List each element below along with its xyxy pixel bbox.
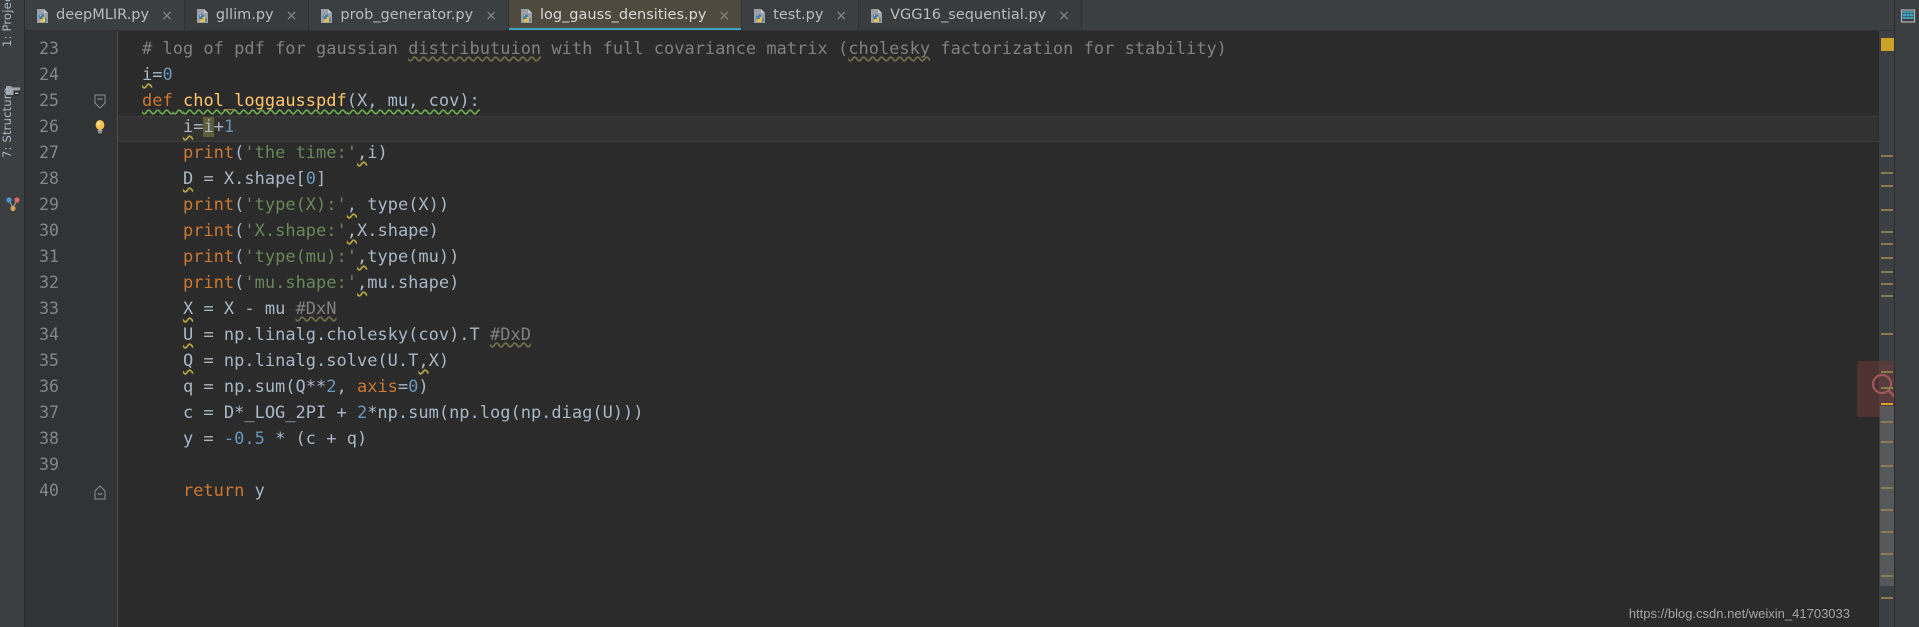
sidebar-tab-structure-label: 7: Structure — [0, 87, 14, 158]
sidebar-tab-data-view[interactable]: Data View — [1895, 32, 1919, 46]
editor-tab-test[interactable]: test.py × — [742, 0, 860, 31]
vertical-scrollbar-thumb[interactable] — [1880, 406, 1894, 586]
line-number: 36 — [39, 377, 59, 396]
editor-tab-label: test.py — [773, 7, 824, 24]
watermark: https://blog.csdn.net/weixin_41703033 — [1628, 606, 1850, 621]
line-number: 40 — [39, 481, 59, 500]
code-line-37: c = D*_LOG_2PI + 2*np.sum(np.log(np.diag… — [142, 403, 644, 423]
line-number: 28 — [39, 169, 59, 188]
line-number-gutter[interactable]: 23 24 25 26 27 28 29 30 31 32 33 34 35 3… — [25, 31, 118, 627]
code-line-25: def chol_loggausspdf(X, mu, cov): — [142, 91, 480, 111]
right-tool-rail: Data View — [1894, 0, 1919, 627]
code-line-24: i=0 — [142, 65, 173, 85]
line-number: 32 — [39, 273, 59, 292]
editor-area: deepMLIR.py × gllim.py × prob_generator.… — [25, 0, 1894, 627]
ide-window: 1: Project 7: Structure deepMLIR.py × gl… — [0, 0, 1919, 627]
code-line-30: print('X.shape:',X.shape) — [182, 221, 439, 241]
sidebar-tab-project[interactable]: 1: Project — [0, 0, 25, 47]
editor-tab-log-gauss-densities[interactable]: log_gauss_densities.py × — [508, 0, 743, 31]
line-number: 38 — [39, 429, 59, 448]
left-tool-rail: 1: Project 7: Structure — [0, 0, 25, 627]
line-number: 37 — [39, 403, 59, 422]
python-file-icon — [319, 8, 334, 24]
line-number: 33 — [39, 299, 59, 318]
fold-end-icon[interactable] — [91, 483, 109, 501]
code-line-31: print('type(mu):',type(mu)) — [182, 247, 460, 267]
line-number: 26 — [39, 117, 59, 136]
close-icon[interactable]: × — [716, 9, 732, 23]
structure-icon — [5, 196, 21, 212]
line-number: 24 — [39, 65, 59, 84]
editor-tab-deepmlir[interactable]: deepMLIR.py × — [25, 0, 185, 31]
code-line-27: print('the time:',i) — [182, 143, 388, 163]
code-line-38: y = -0.5 * (c + q) — [142, 429, 368, 449]
python-file-icon — [195, 8, 210, 24]
python-file-icon — [869, 8, 884, 24]
code-line-35: Q = np.linalg.solve(U.T,X) — [182, 351, 450, 371]
editor-tab-vgg16-sequential[interactable]: VGG16_sequential.py × — [859, 0, 1082, 31]
warning-marker[interactable] — [1881, 38, 1894, 51]
line-number: 27 — [39, 143, 59, 162]
fold-collapse-icon[interactable] — [91, 93, 109, 111]
editor-tab-label: prob_generator.py — [340, 7, 474, 24]
line-number: 39 — [39, 455, 59, 474]
close-icon[interactable]: × — [159, 9, 175, 23]
line-number: 34 — [39, 325, 59, 344]
code-line-28: D = X.shape[0] — [182, 169, 327, 189]
editor-tab-gllim[interactable]: gllim.py × — [184, 0, 310, 31]
lightbulb-icon[interactable] — [91, 118, 109, 136]
close-icon[interactable]: × — [833, 9, 849, 23]
line-number: 35 — [39, 351, 59, 370]
code-line-29: print('type(X):', type(X)) — [182, 195, 450, 215]
line-number: 29 — [39, 195, 59, 214]
line-number: 25 — [39, 91, 59, 110]
code-line-33: X = X - mu #DxN — [182, 299, 337, 319]
code-surface[interactable]: # log of pdf for gaussian distributuion … — [118, 31, 1878, 627]
code-line-40: return y — [182, 481, 265, 501]
sidebar-tab-structure[interactable]: 7: Structure — [0, 87, 25, 158]
code-line-32: print('mu.shape:',mu.shape) — [182, 273, 460, 293]
editor-tab-bar: deepMLIR.py × gllim.py × prob_generator.… — [25, 0, 1894, 31]
editor-tab-label: VGG16_sequential.py — [890, 7, 1047, 24]
editor-tab-label: log_gauss_densities.py — [539, 7, 707, 24]
python-file-icon — [35, 8, 50, 24]
close-icon[interactable]: × — [483, 9, 499, 23]
code-line-34: U = np.linalg.cholesky(cov).T #DxD — [182, 325, 531, 345]
editor-tab-prob-generator[interactable]: prob_generator.py × — [309, 0, 509, 31]
python-file-icon — [519, 8, 534, 24]
current-line-highlight — [118, 116, 1878, 142]
line-number: 30 — [39, 221, 59, 240]
editor-tab-label: deepMLIR.py — [56, 7, 150, 24]
code-line-26: i=i+1 — [182, 117, 235, 137]
code-editor[interactable]: 23 24 25 26 27 28 29 30 31 32 33 34 35 3… — [25, 31, 1894, 627]
close-icon[interactable]: × — [1056, 9, 1072, 23]
sidebar-tab-project-label: 1: Project — [0, 0, 14, 47]
line-number: 23 — [39, 39, 59, 58]
close-icon[interactable]: × — [284, 9, 300, 23]
table-grid-icon — [1900, 8, 1916, 24]
python-file-icon — [752, 8, 767, 24]
code-line-23: # log of pdf for gaussian distributuion … — [142, 39, 1227, 59]
editor-tab-label: gllim.py — [215, 7, 274, 24]
editor-marker-scrollbar[interactable] — [1857, 31, 1894, 627]
code-line-36: q = np.sum(Q**2, axis=0) — [142, 377, 429, 397]
line-number: 31 — [39, 247, 59, 266]
